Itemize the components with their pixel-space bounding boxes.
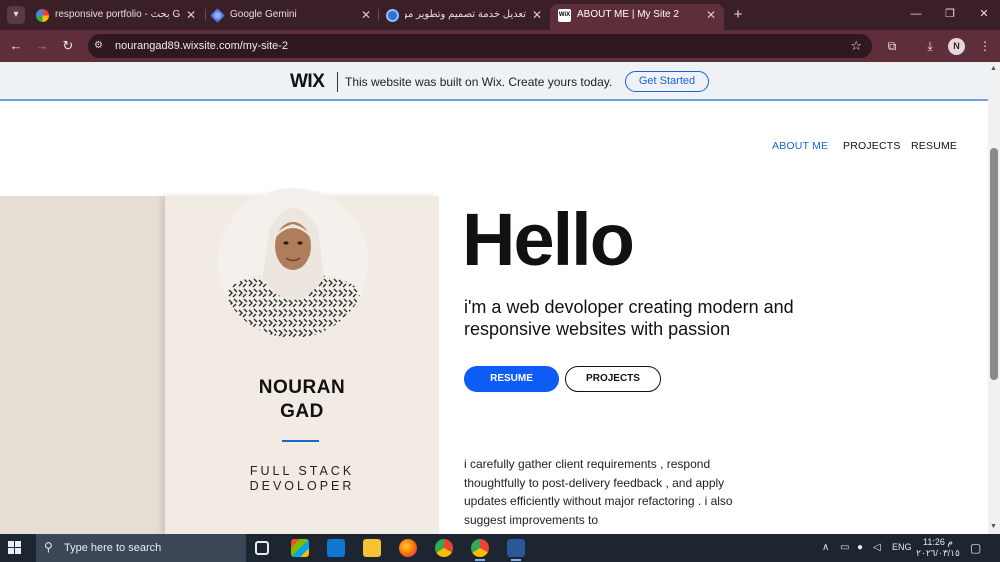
name-line: GAD [280, 401, 324, 422]
word-icon[interactable] [507, 539, 525, 561]
tray-chevron-up-icon[interactable]: ∧ [822, 542, 829, 554]
close-tab-icon[interactable]: ✕ [706, 4, 716, 26]
firefox-icon[interactable] [399, 539, 417, 557]
tab-label: responsive portfolio - بحث Goo [55, 9, 180, 20]
clock-date: ٢٠٢٦/٠٣/١٥ [916, 548, 960, 558]
star-icon[interactable]: ☆ [850, 34, 862, 58]
taskbar-clock[interactable]: 11:26 م ٢٠٢٦/٠٣/١٥ [916, 537, 960, 559]
ms-store-icon[interactable] [291, 539, 309, 557]
tab-about-me[interactable]: WiX ABOUT ME | My Site 2 ✕ [550, 4, 724, 30]
forward-button[interactable]: → [33, 37, 51, 55]
projects-button[interactable]: PROJECTS [565, 366, 661, 392]
role-line: FULL STACK [249, 464, 355, 478]
notifications-icon[interactable]: ▢ [970, 541, 981, 555]
nav-about-me[interactable]: ABOUT ME [772, 140, 828, 152]
volume-icon[interactable]: ◁ [873, 542, 881, 554]
chrome-profile-icon[interactable] [471, 539, 489, 561]
name-line: NOURAN [258, 377, 346, 398]
tab-label: Google Gemini [230, 9, 297, 20]
windows-taskbar: ⚲ Type here to search ∧ ▭ ● ◁ ENG 11:26 … [0, 534, 1000, 562]
battery-icon[interactable]: ▭ [840, 542, 849, 554]
profile-name: NOURAN GAD [165, 376, 439, 424]
profile-avatar[interactable]: N [948, 38, 965, 55]
tab-search-chevron-icon[interactable]: ▾ [7, 6, 25, 24]
hero-tagline: i'm a web devoloper creating modern and … [464, 297, 794, 339]
close-tab-icon[interactable]: ✕ [532, 4, 542, 26]
about-paragraph: i carefully gather client requirements ,… [464, 457, 733, 527]
nav-projects[interactable]: PROJECTS [843, 140, 901, 152]
tab-google-search[interactable]: responsive portfolio - بحث Goo ✕ [28, 4, 204, 30]
get-started-button[interactable]: Get Started [625, 71, 709, 92]
tab-google-gemini[interactable]: Google Gemini ✕ [203, 4, 379, 30]
gemini-icon [210, 8, 225, 23]
reload-button[interactable]: ↻ [59, 37, 77, 55]
tab-label: تعديل خدمة تصميم وتطوير موقع [405, 9, 526, 20]
browser-toolbar: ← → ↻ ⚙ nourangad89.wixsite.com/my-site-… [0, 30, 1000, 62]
address-bar[interactable]: ⚙ nourangad89.wixsite.com/my-site-2 ☆ [88, 34, 872, 58]
windows-start-icon[interactable] [8, 541, 22, 555]
scrollbar-thumb[interactable] [990, 148, 998, 380]
site-icon [386, 9, 399, 22]
nav-resume[interactable]: RESUME [911, 140, 957, 152]
menu-icon[interactable]: ⋮ [976, 37, 994, 55]
google-icon [36, 9, 49, 22]
maximize-button[interactable]: ❐ [940, 5, 960, 23]
file-explorer-icon[interactable] [363, 539, 381, 557]
divider [337, 72, 338, 92]
profile-photo [218, 188, 368, 338]
new-tab-button[interactable]: + [730, 6, 746, 24]
wix-banner-text: This website was built on Wix. Create yo… [345, 75, 613, 89]
language-indicator[interactable]: ENG [892, 542, 912, 552]
scroll-up-icon[interactable]: ▲ [990, 65, 997, 72]
wix-banner: WIX This website was built on Wix. Creat… [0, 62, 988, 101]
clock-time: 11:26 م [923, 537, 953, 547]
tab-label: ABOUT ME | My Site 2 [577, 9, 679, 20]
wix-logo[interactable]: WIX [290, 72, 325, 92]
tab-service-edit[interactable]: تعديل خدمة تصميم وتطوير موقع ✕ [378, 4, 550, 30]
accent-divider [282, 440, 319, 442]
wix-icon: WiX [558, 9, 571, 22]
resume-button[interactable]: RESUME [464, 366, 559, 392]
minimize-button[interactable]: — [906, 5, 926, 23]
profile-role: FULL STACK DEVOLOPER [165, 464, 439, 494]
extensions-icon[interactable]: ⧉ [883, 37, 901, 55]
decorative-strip [0, 196, 165, 534]
task-view-icon[interactable] [255, 541, 269, 555]
outlook-icon[interactable] [327, 539, 345, 557]
close-tab-icon[interactable]: ✕ [361, 4, 371, 26]
download-icon[interactable]: ⤓ [921, 37, 939, 55]
role-line: DEVOLOPER [249, 479, 355, 493]
close-window-button[interactable]: ✕ [974, 5, 994, 23]
hero-heading: Hello [462, 198, 635, 281]
close-tab-icon[interactable]: ✕ [186, 4, 196, 26]
url-text[interactable]: nourangad89.wixsite.com/my-site-2 [115, 34, 288, 58]
site-info-icon[interactable]: ⚙ [94, 38, 108, 54]
search-placeholder: Type here to search [64, 542, 162, 554]
browser-tab-strip: ▾ responsive portfolio - بحث Goo ✕ Googl… [0, 0, 1000, 30]
security-icon[interactable]: ● [857, 542, 863, 554]
scroll-down-icon[interactable]: ▼ [990, 523, 997, 530]
taskbar-search[interactable]: ⚲ Type here to search [36, 534, 246, 562]
profile-card: NOURAN GAD FULL STACK DEVOLOPER [165, 188, 439, 534]
search-icon: ⚲ [44, 540, 53, 554]
back-button[interactable]: ← [7, 37, 25, 55]
chrome-icon[interactable] [435, 539, 453, 557]
